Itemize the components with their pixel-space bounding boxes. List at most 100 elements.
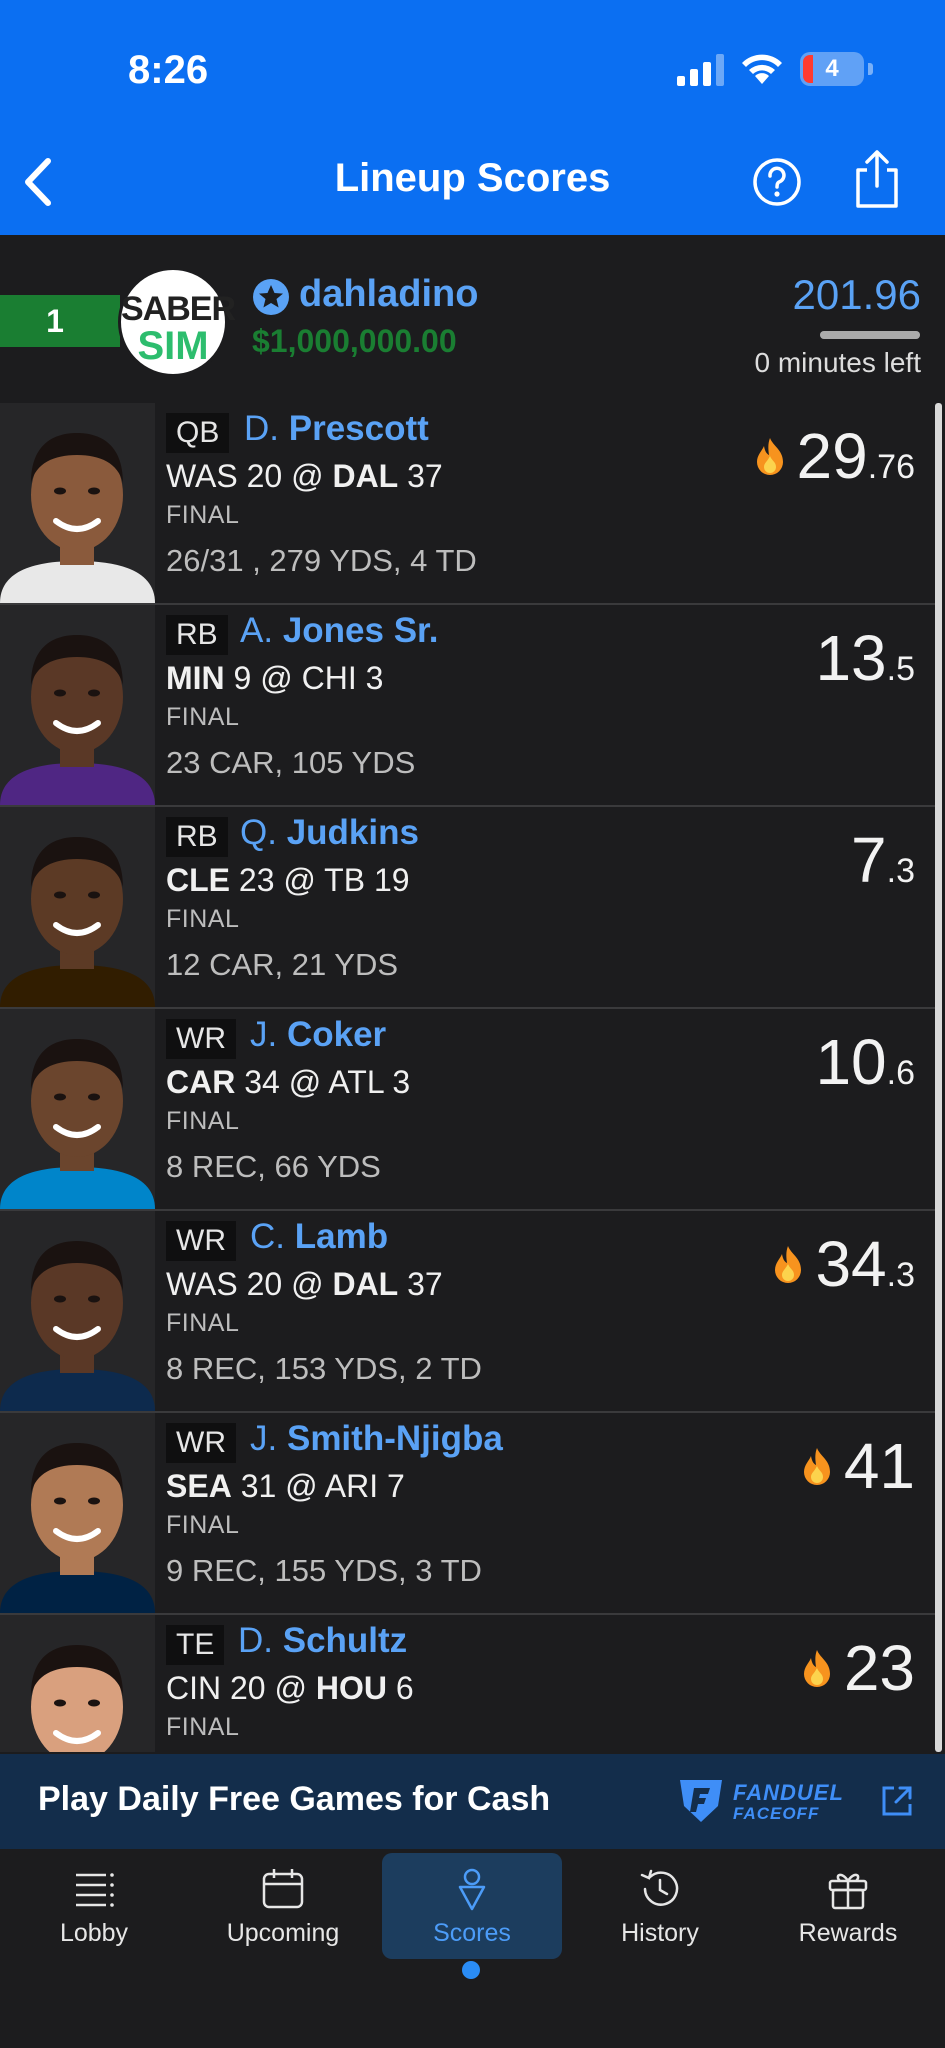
page-title: Lineup Scores bbox=[334, 156, 611, 200]
tab-label: History bbox=[621, 1919, 699, 1947]
time-left: 0 minutes left bbox=[754, 347, 921, 378]
player-initial: D. bbox=[238, 1621, 273, 1660]
fantasy-points: 41 bbox=[800, 1429, 915, 1503]
home-score: 6 bbox=[395, 1670, 414, 1706]
player-last-name: Prescott bbox=[288, 409, 429, 448]
player-name[interactable]: D. Prescott bbox=[244, 409, 429, 449]
away-score: 23 bbox=[238, 862, 275, 898]
player-last-name: Smith-Njigba bbox=[286, 1419, 503, 1458]
home-team: DAL bbox=[332, 458, 399, 494]
time-progress-bar bbox=[820, 331, 920, 339]
game-status: FINAL bbox=[166, 501, 240, 529]
player-headshot bbox=[0, 1009, 155, 1209]
player-initial: J. bbox=[250, 1015, 278, 1054]
game-score: WAS 20 @ DAL 37 bbox=[166, 1266, 443, 1302]
home-team: TB bbox=[324, 862, 366, 898]
position-badge: WR bbox=[166, 1221, 236, 1261]
promo-text: Play Daily Free Games for Cash bbox=[38, 1780, 551, 1818]
home-score: 19 bbox=[373, 862, 410, 898]
fantasy-points: 23 bbox=[800, 1631, 915, 1705]
player-row[interactable]: RB A. Jones Sr. MIN 9 @ CHI 3 FINAL 23 C… bbox=[0, 605, 935, 807]
player-row[interactable]: QB D. Prescott WAS 20 @ DAL 37 FINAL 26/… bbox=[0, 403, 935, 605]
away-team: WAS bbox=[166, 458, 238, 494]
points-int: 7 bbox=[851, 824, 887, 896]
player-stats: 23 CAR, 105 YDS bbox=[166, 745, 416, 780]
username[interactable]: dahladino bbox=[299, 273, 478, 316]
avatar-logo-bottom: SIM bbox=[137, 324, 209, 368]
player-row[interactable]: TE D. Schultz CIN 20 @ HOU 6 FINAL 23 bbox=[0, 1615, 935, 1752]
game-score: WAS 20 @ DAL 37 bbox=[166, 458, 443, 494]
player-initial: C. bbox=[250, 1217, 285, 1256]
gift-icon bbox=[828, 1873, 868, 1910]
player-headshot bbox=[0, 605, 155, 805]
player-stats: 9 REC, 155 YDS, 3 TD bbox=[166, 1553, 482, 1588]
home-score: 7 bbox=[387, 1468, 405, 1504]
external-link-icon[interactable] bbox=[880, 1784, 914, 1818]
away-score: 20 bbox=[246, 458, 283, 494]
prize-amount: $1,000,000.00 bbox=[252, 323, 457, 359]
player-headshot bbox=[0, 403, 155, 603]
points-int: 23 bbox=[843, 1632, 915, 1704]
battery-icon: 4 bbox=[800, 52, 864, 86]
player-name[interactable]: J. Smith-Njigba bbox=[250, 1419, 503, 1459]
history-icon bbox=[640, 1869, 679, 1906]
away-score: 20 bbox=[246, 1266, 283, 1302]
position-badge: TE bbox=[166, 1625, 225, 1665]
player-name[interactable]: C. Lamb bbox=[250, 1217, 388, 1257]
top-header: 8:26 4 Lineup Scores bbox=[0, 0, 945, 235]
player-name[interactable]: Q. Judkins bbox=[240, 813, 419, 853]
player-name[interactable]: D. Schultz bbox=[238, 1621, 407, 1661]
battery-level: 4 bbox=[825, 55, 839, 82]
rank-badge: 1 bbox=[0, 295, 120, 347]
game-score: CIN 20 @ HOU 6 bbox=[166, 1670, 414, 1706]
player-initial: D. bbox=[244, 409, 279, 448]
player-row[interactable]: WR J. Coker CAR 34 @ ATL 3 FINAL 8 REC, … bbox=[0, 1009, 935, 1211]
points-int: 41 bbox=[843, 1430, 915, 1502]
game-status: FINAL bbox=[166, 1309, 240, 1337]
tab-label: Scores bbox=[433, 1919, 511, 1947]
rank-number: 1 bbox=[46, 303, 64, 339]
tab-lobby[interactable]: Lobby bbox=[4, 1853, 184, 1959]
fire-icon bbox=[775, 1246, 802, 1284]
tab-scores[interactable]: Scores bbox=[382, 1853, 562, 1959]
home-team: HOU bbox=[315, 1670, 387, 1706]
away-team: CIN bbox=[166, 1670, 222, 1706]
tab-upcoming[interactable]: Upcoming bbox=[193, 1853, 373, 1959]
fantasy-points: 29.76 bbox=[753, 419, 915, 493]
game-score: CAR 34 @ ATL 3 bbox=[166, 1064, 411, 1100]
fire-icon bbox=[803, 1448, 830, 1486]
bottom-tab-bar: Lobby Upcoming Scores History Rewards bbox=[0, 1849, 945, 2048]
share-icon[interactable] bbox=[850, 148, 904, 210]
scrollbar[interactable] bbox=[935, 403, 942, 1752]
total-score: 201.96 bbox=[792, 271, 921, 318]
player-row[interactable]: WR J. Smith-Njigba SEA 31 @ ARI 7 FINAL … bbox=[0, 1413, 935, 1615]
away-team: WAS bbox=[166, 1266, 238, 1302]
player-stats: 8 REC, 66 YDS bbox=[166, 1149, 381, 1184]
player-stats: 26/31 , 279 YDS, 4 TD bbox=[166, 543, 477, 578]
home-team: ATL bbox=[328, 1064, 384, 1100]
home-score: 3 bbox=[365, 660, 384, 696]
player-row[interactable]: RB Q. Judkins CLE 23 @ TB 19 FINAL 12 CA… bbox=[0, 807, 935, 1009]
avatar: SABER SIM bbox=[118, 267, 236, 377]
player-stats: 8 REC, 153 YDS, 2 TD bbox=[166, 1351, 482, 1386]
fanduel-shield-icon bbox=[680, 1780, 722, 1822]
player-name[interactable]: A. Jones Sr. bbox=[240, 611, 438, 651]
game-score: SEA 31 @ ARI 7 bbox=[166, 1468, 405, 1504]
away-score: 9 bbox=[233, 660, 252, 696]
player-last-name: Judkins bbox=[286, 813, 419, 852]
promo-banner[interactable]: Play Daily Free Games for Cash FANDUEL F… bbox=[0, 1754, 945, 1849]
tab-history[interactable]: History bbox=[570, 1853, 750, 1959]
player-list[interactable]: QB D. Prescott WAS 20 @ DAL 37 FINAL 26/… bbox=[0, 403, 945, 1752]
player-name[interactable]: J. Coker bbox=[250, 1015, 386, 1055]
game-status: FINAL bbox=[166, 1107, 240, 1135]
help-icon[interactable] bbox=[752, 157, 802, 207]
brand-line-2: FACEOFF bbox=[733, 1804, 820, 1823]
brand-line-1: FANDUEL bbox=[733, 1780, 844, 1805]
tab-rewards[interactable]: Rewards bbox=[758, 1853, 938, 1959]
position-badge: RB bbox=[166, 817, 228, 857]
player-row[interactable]: WR C. Lamb WAS 20 @ DAL 37 FINAL 8 REC, … bbox=[0, 1211, 935, 1413]
player-headshot bbox=[0, 1413, 155, 1613]
home-team: DAL bbox=[332, 1266, 399, 1302]
points-int: 13 bbox=[815, 622, 887, 694]
cellular-signal-icon bbox=[677, 54, 724, 86]
